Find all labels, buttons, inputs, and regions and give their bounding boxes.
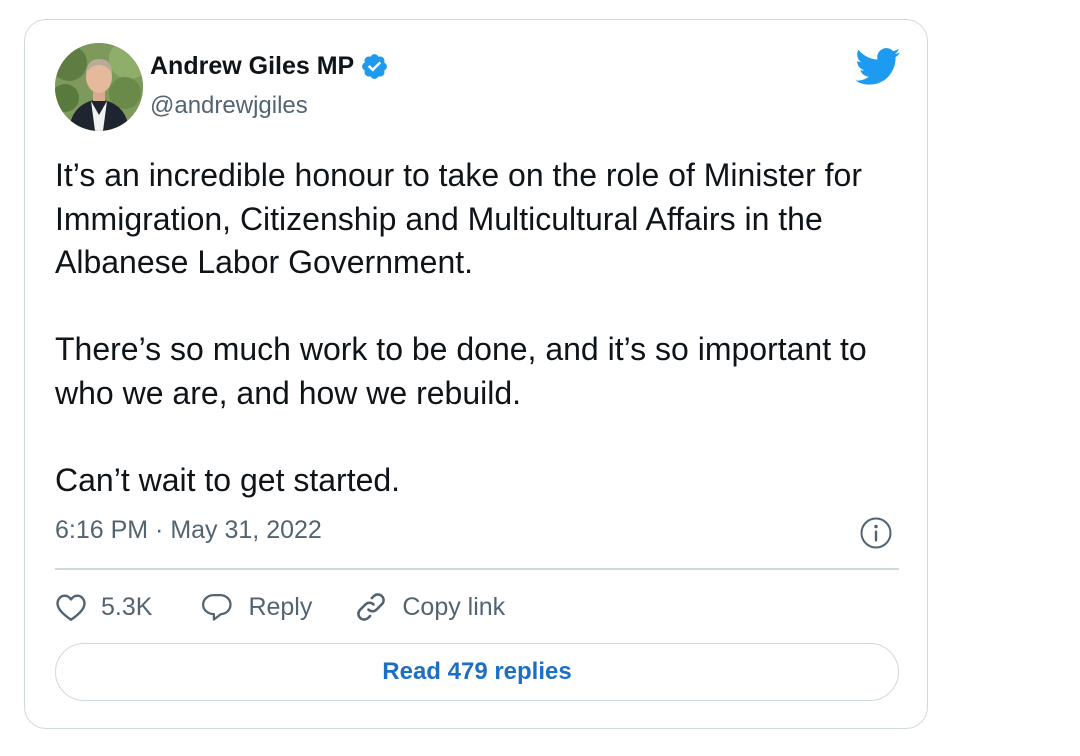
copy-link-button[interactable]: Copy link	[354, 590, 505, 624]
divider	[55, 568, 899, 570]
tweet-paragraph: There’s so much work to be done, and it’…	[55, 331, 867, 411]
reply-bubble-icon	[202, 594, 233, 621]
tweet-timestamp[interactable]: 6:16 PM · May 31, 2022	[55, 516, 322, 545]
verified-badge-icon	[360, 52, 389, 81]
link-icon	[357, 593, 386, 621]
author-name[interactable]: Andrew Giles MP	[150, 52, 354, 81]
tweet-paragraph: Can’t wait to get started.	[55, 461, 401, 498]
reply-button[interactable]: Reply	[200, 592, 312, 622]
read-replies-button[interactable]: Read 479 replies	[55, 643, 899, 701]
like-button[interactable]: 5.3K	[55, 592, 152, 622]
copy-link-label: Copy link	[402, 592, 506, 621]
reply-label: Reply	[248, 592, 313, 621]
avatar[interactable]	[55, 43, 143, 131]
author-name-row[interactable]: Andrew Giles MP	[150, 52, 389, 81]
tweet-text: It’s an incredible honour to take on the…	[55, 154, 915, 502]
heart-icon	[56, 594, 86, 621]
action-bar: 5.3K Reply Copy link	[55, 586, 505, 628]
twitter-bird-icon[interactable]	[855, 48, 901, 86]
info-icon[interactable]	[859, 516, 893, 550]
tweet-card: Andrew Giles MP @andrewjgiles It’s an in…	[24, 19, 928, 729]
like-count: 5.3K	[101, 592, 153, 621]
author-handle[interactable]: @andrewjgiles	[150, 92, 308, 120]
tweet-paragraph: It’s an incredible honour to take on the…	[55, 157, 862, 280]
